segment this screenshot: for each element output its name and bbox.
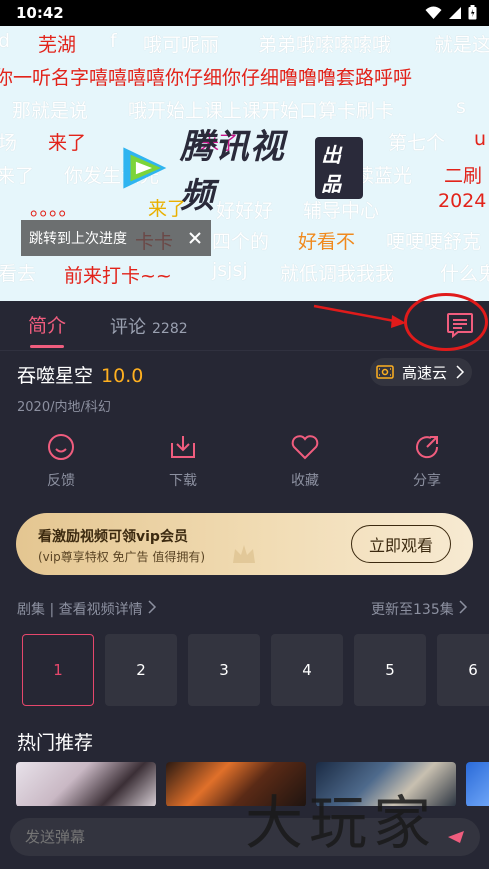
danmaku-item: 辅导中心: [303, 200, 380, 222]
show-header: 吞噬星空 10.0 高速云: [0, 355, 489, 391]
episodes-header: 剧集 | 查看视频详情 更新至135集: [0, 597, 489, 619]
recommend-thumbnail[interactable]: [466, 762, 489, 807]
episodes-list: 1 2 3 4 5 6: [0, 634, 489, 706]
danmaku-item: 看去: [0, 263, 37, 285]
episode-item[interactable]: 5: [354, 634, 426, 706]
danmaku-item: 场: [0, 132, 18, 154]
episode-item[interactable]: 3: [188, 634, 260, 706]
danmaku-item: d: [0, 30, 11, 52]
danmaku-item: f: [110, 30, 117, 52]
cellular-icon: [449, 6, 461, 19]
show-meta: 2020/内地/科幻: [17, 400, 111, 415]
comments-count: 2282: [152, 321, 188, 337]
episode-item[interactable]: 2: [105, 634, 177, 706]
tab-comments[interactable]: 评论 2282: [110, 313, 188, 339]
action-bar: 反馈 下载 收藏 分享: [0, 430, 489, 500]
recommend-thumbnail[interactable]: [16, 762, 156, 807]
danmaku-item: u: [474, 128, 487, 150]
close-icon[interactable]: [189, 232, 201, 244]
feedback-button[interactable]: 反馈: [16, 430, 106, 490]
episodes-detail-text: 剧集 | 查看视频详情: [17, 602, 143, 618]
watermark: 大玩家: [245, 789, 438, 857]
danmaku-item: 就是这: [434, 34, 489, 56]
vip-banner[interactable]: 看激励视频可领vip会员 (vip尊享特权 免广告 值得拥有) 立即观看: [16, 513, 473, 575]
share-label: 分享: [413, 473, 441, 489]
chevron-right-icon: [456, 365, 465, 379]
status-bar: 10:42: [0, 0, 489, 26]
show-title: 吞噬星空: [17, 365, 94, 387]
danmaku-item: 2024: [438, 190, 487, 212]
chevron-right-icon: [148, 600, 157, 614]
tab-indicator: [30, 345, 64, 348]
logo-badge: 出品: [315, 137, 363, 199]
crown-icon: [233, 545, 255, 563]
episode-item[interactable]: 4: [271, 634, 343, 706]
wifi-icon: [425, 6, 442, 19]
resume-toast[interactable]: 跳转到上次进度: [21, 220, 211, 256]
download-icon: [171, 436, 195, 458]
danmaku-item: 那就是说: [12, 100, 89, 122]
danmaku-item: 好看不: [298, 231, 356, 253]
danmaku-item: 来了: [48, 132, 87, 154]
danmaku-item: 二刷: [444, 165, 483, 187]
danmaku-item: s: [456, 96, 466, 118]
watch-now-button[interactable]: 立即观看: [351, 525, 451, 563]
download-label: 下载: [169, 473, 197, 489]
danmaku-item: 第七个: [388, 132, 446, 154]
episodes-update-link[interactable]: 更新至135集: [371, 599, 468, 619]
play-logo-icon: [123, 147, 167, 189]
feedback-label: 反馈: [47, 473, 75, 489]
battery-icon: [468, 5, 477, 20]
heart-icon: [291, 435, 319, 460]
danmaku-item: 四个的: [212, 231, 270, 253]
source-selector[interactable]: 高速云: [370, 358, 472, 386]
episodes-detail-link[interactable]: 剧集 | 查看视频详情: [17, 599, 157, 619]
status-icons: [425, 5, 477, 20]
danmaku-item: jsjsj: [212, 259, 248, 281]
logo-text: 腾讯视频: [179, 127, 285, 216]
danmaku-item: 芜湖: [38, 34, 77, 56]
share-button[interactable]: 分享: [382, 430, 472, 490]
show-title-group: 吞噬星空 10.0: [17, 361, 143, 388]
share-icon: [416, 436, 439, 459]
vip-subtitle: (vip尊享特权 免广告 值得拥有): [38, 550, 206, 564]
film-icon: [376, 365, 394, 379]
download-button[interactable]: 下载: [138, 430, 228, 490]
show-score: 10.0: [101, 365, 144, 387]
feedback-icon: [48, 434, 74, 460]
annotation-arrow: [313, 304, 406, 328]
danmaku-item: 哦可呢丽: [143, 34, 220, 56]
episode-item[interactable]: 1: [22, 634, 94, 706]
tab-comments-label: 评论: [110, 317, 146, 338]
status-time: 10:42: [16, 4, 64, 22]
danmaku-item: 什么鬼: [440, 263, 489, 285]
danmaku-item: 前来打卡~~: [64, 265, 172, 287]
danmaku-item: 你一听名字嘻嘻嘻嘻你仔细你仔细噜噜噜套路呼呼: [0, 67, 413, 89]
danmaku-item: 哽哽哽舒克: [386, 231, 482, 253]
toast-text: 跳转到上次进度: [29, 231, 127, 247]
episode-item[interactable]: 6: [437, 634, 489, 706]
hot-section-title: 热门推荐: [17, 732, 94, 754]
danmaku-item: 。。。。: [30, 198, 78, 220]
vip-title: 看激励视频可领vip会员: [38, 529, 188, 545]
source-label: 高速云: [402, 363, 448, 382]
episodes-update-text: 更新至135集: [371, 602, 454, 618]
danmaku-item: 弟弟哦嗦嗦嗦哦: [258, 34, 392, 56]
danmaku-item: 就低调我我我: [280, 263, 395, 285]
tencent-video-logo: 腾讯视频 出品: [118, 127, 363, 216]
danmaku-item: 来了: [0, 165, 35, 187]
favorite-button[interactable]: 收藏: [260, 430, 350, 490]
tab-intro[interactable]: 简介: [28, 311, 66, 338]
send-icon[interactable]: [447, 830, 465, 844]
favorite-label: 收藏: [291, 473, 319, 489]
chevron-right-icon: [459, 600, 468, 614]
annotation-circle: [404, 293, 488, 351]
video-player[interactable]: d 芜湖 f 哦可呢丽 弟弟哦嗦嗦嗦哦 就是这 你一听名字嘻嘻嘻嘻你仔细你仔细噜…: [0, 26, 489, 301]
